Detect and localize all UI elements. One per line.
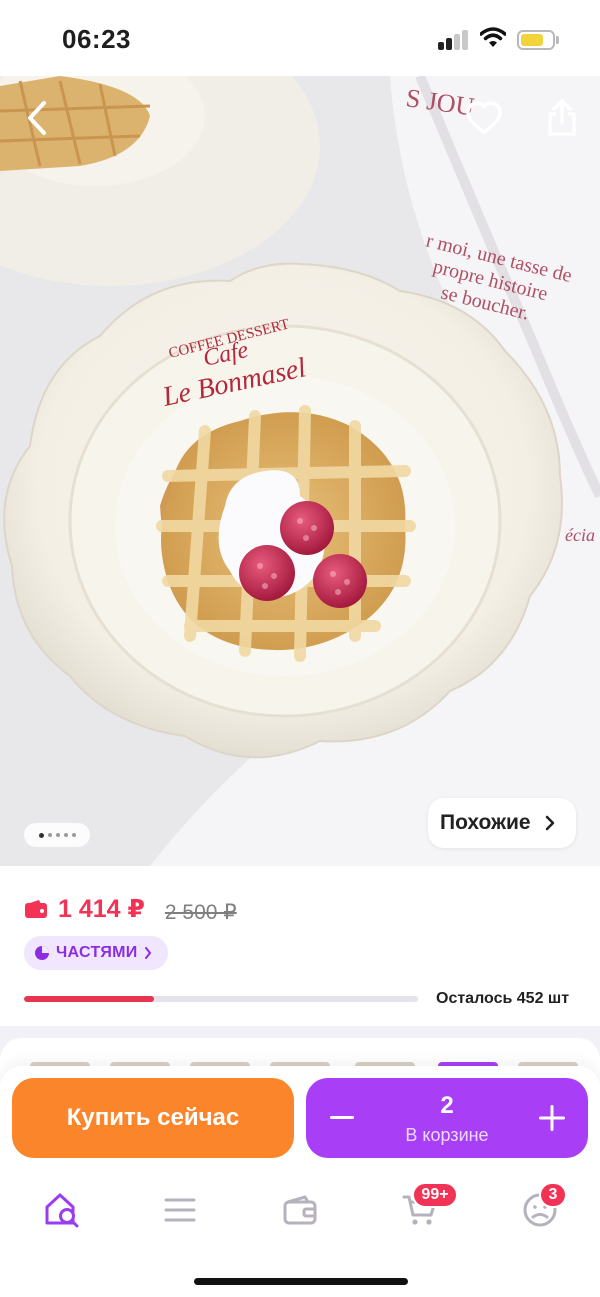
back-icon [28,101,46,135]
cart-quantity-stepper: 2 В корзине [306,1078,588,1158]
stock-progress-bar [24,996,418,1002]
profile-notification-badge: 3 [539,1182,567,1208]
back-button[interactable] [14,94,62,142]
home-search-icon [45,1193,79,1228]
pagination-dot [55,833,60,837]
status-bar: 06:23 [0,0,600,76]
nav-wallet[interactable] [270,1186,330,1234]
favorite-button[interactable] [460,94,508,142]
price-current: 1 414 ₽ [24,894,145,924]
share-button[interactable] [538,94,586,142]
cart-count-badge: 99+ [412,1182,458,1208]
pie-chart-icon [35,946,49,960]
price-card: 1 414 ₽ 2 500 ₽ ЧАСТЯМИ Осталось 452 шт [0,866,600,1026]
status-time: 06:23 [62,24,131,54]
pagination-dot [71,833,76,837]
minus-icon [330,1116,354,1119]
pagination-dot [47,833,52,837]
gallery-pagination [24,823,90,847]
buy-now-button[interactable]: Купить сейчас [12,1078,294,1158]
pagination-dot [63,833,68,837]
svg-text:écia: écia [565,525,595,545]
decrease-quantity-button[interactable] [306,1078,378,1158]
catalog-icon [164,1198,196,1222]
current-price: 1 414 ₽ [58,895,145,923]
wifi-icon [480,27,506,47]
chevron-right-icon [545,815,554,831]
battery-icon [517,30,555,50]
wallet-price-icon [25,900,47,918]
nav-home[interactable] [32,1186,92,1234]
purchase-action-bar: Купить сейчас 2 В корзине [0,1066,600,1176]
plus-icon [539,1105,565,1131]
chevron-right-icon [144,947,151,959]
stock-progress-fill [24,996,155,1002]
battery-tip [556,36,559,44]
wallet-icon [283,1195,317,1225]
pagination-dot [38,832,44,838]
installments-badge[interactable]: ЧАСТЯМИ [24,936,168,970]
cart-caption: В корзине [405,1125,489,1145]
similar-label: Похожие [440,811,531,834]
nav-catalog[interactable] [150,1186,210,1234]
price-row: 1 414 ₽ 2 500 ₽ [24,894,237,925]
share-icon [548,99,576,136]
similar-button[interactable]: Похожие [428,798,576,848]
stock-remaining: Осталось 452 шт [436,990,570,1007]
old-price: 2 500 ₽ [164,901,237,924]
heart-icon [466,101,502,134]
cart-quantity: 2 [440,1092,454,1119]
product-gallery[interactable]: S JOU r moi, une tasse de propre histoir… [0,76,600,866]
increase-quantity-button[interactable] [516,1078,588,1158]
installments-label: ЧАСТЯМИ [56,944,138,961]
home-indicator [194,1278,408,1285]
product-photo[interactable]: S JOU r moi, une tasse de propre histoir… [0,76,600,866]
cellular-signal-icon [438,30,470,50]
